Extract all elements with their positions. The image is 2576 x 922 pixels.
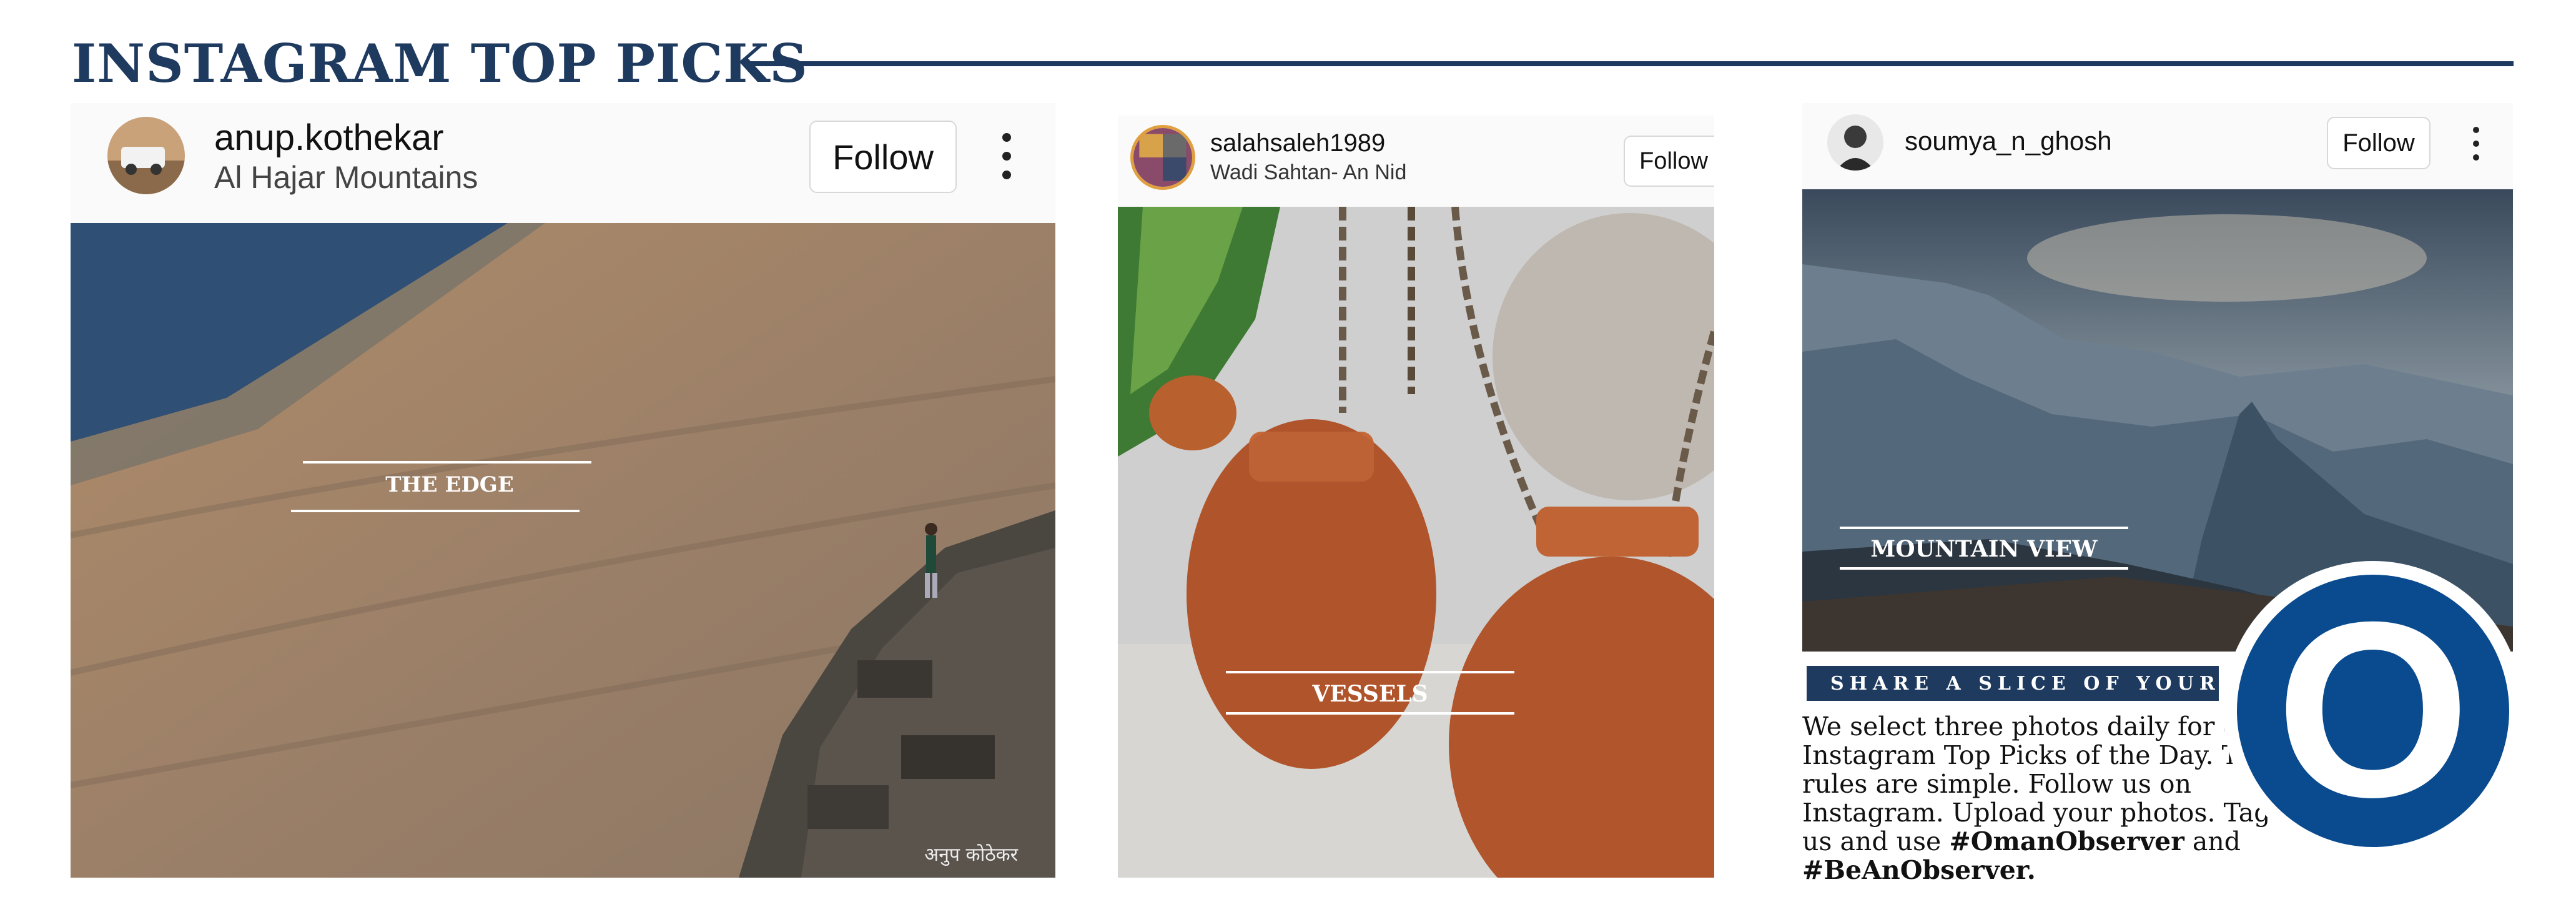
caption-line-top xyxy=(303,461,591,463)
caption-line-bottom xyxy=(1840,567,2128,570)
follow-button[interactable]: Follow xyxy=(809,121,957,193)
post-photo: अनुप कोठेकर xyxy=(71,223,1055,878)
avatar[interactable] xyxy=(1827,114,1883,171)
username[interactable]: soumya_n_ghosh xyxy=(1905,126,2112,156)
follow-button[interactable]: Follow xyxy=(1624,136,1714,187)
oman-observer-logo: O xyxy=(2223,561,2523,861)
hashtag-be-an-observer[interactable]: #BeAnObserver. xyxy=(1802,855,2036,885)
post-header: anup.kothekar Al Hajar Mountains Follow xyxy=(71,103,1055,222)
share-description: We select three photos daily for our Ins… xyxy=(1802,712,2289,885)
post-photo xyxy=(1118,207,1714,878)
caption-line-bottom xyxy=(1226,712,1514,715)
logo-letter: O xyxy=(2276,570,2470,849)
instagram-post-2: salahsaleh1989 Wadi Sahtan- An Nid Follo… xyxy=(1118,116,1714,878)
share-heading: SHARE A SLICE OF YOUR LIFE xyxy=(1807,666,2299,701)
caption-vessels: VESSELS xyxy=(1312,681,1428,707)
location[interactable]: Wadi Sahtan- An Nid xyxy=(1210,161,1406,185)
username[interactable]: anup.kothekar xyxy=(214,117,444,159)
photo-watermark: अनुप कोठेकर xyxy=(924,844,1018,866)
caption-the-edge: THE EDGE xyxy=(385,472,514,497)
caption-line-top xyxy=(1226,671,1514,673)
more-options-icon[interactable] xyxy=(1001,133,1012,179)
username[interactable]: salahsaleh1989 xyxy=(1210,129,1385,157)
caption-line-bottom xyxy=(291,510,580,512)
hashtag-oman-observer[interactable]: #OmanObserver xyxy=(1949,826,2184,856)
more-options-icon[interactable] xyxy=(2472,127,2480,161)
page-title: INSTAGRAM TOP PICKS xyxy=(72,32,808,94)
title-rule xyxy=(746,61,2514,66)
avatar[interactable] xyxy=(107,117,185,194)
caption-mountain-view: MOUNTAIN VIEW xyxy=(1870,536,2098,562)
location[interactable]: Al Hajar Mountains xyxy=(214,159,478,196)
follow-button[interactable]: Follow xyxy=(2327,117,2430,169)
caption-line-top xyxy=(1840,527,2128,529)
avatar[interactable] xyxy=(1130,125,1195,190)
